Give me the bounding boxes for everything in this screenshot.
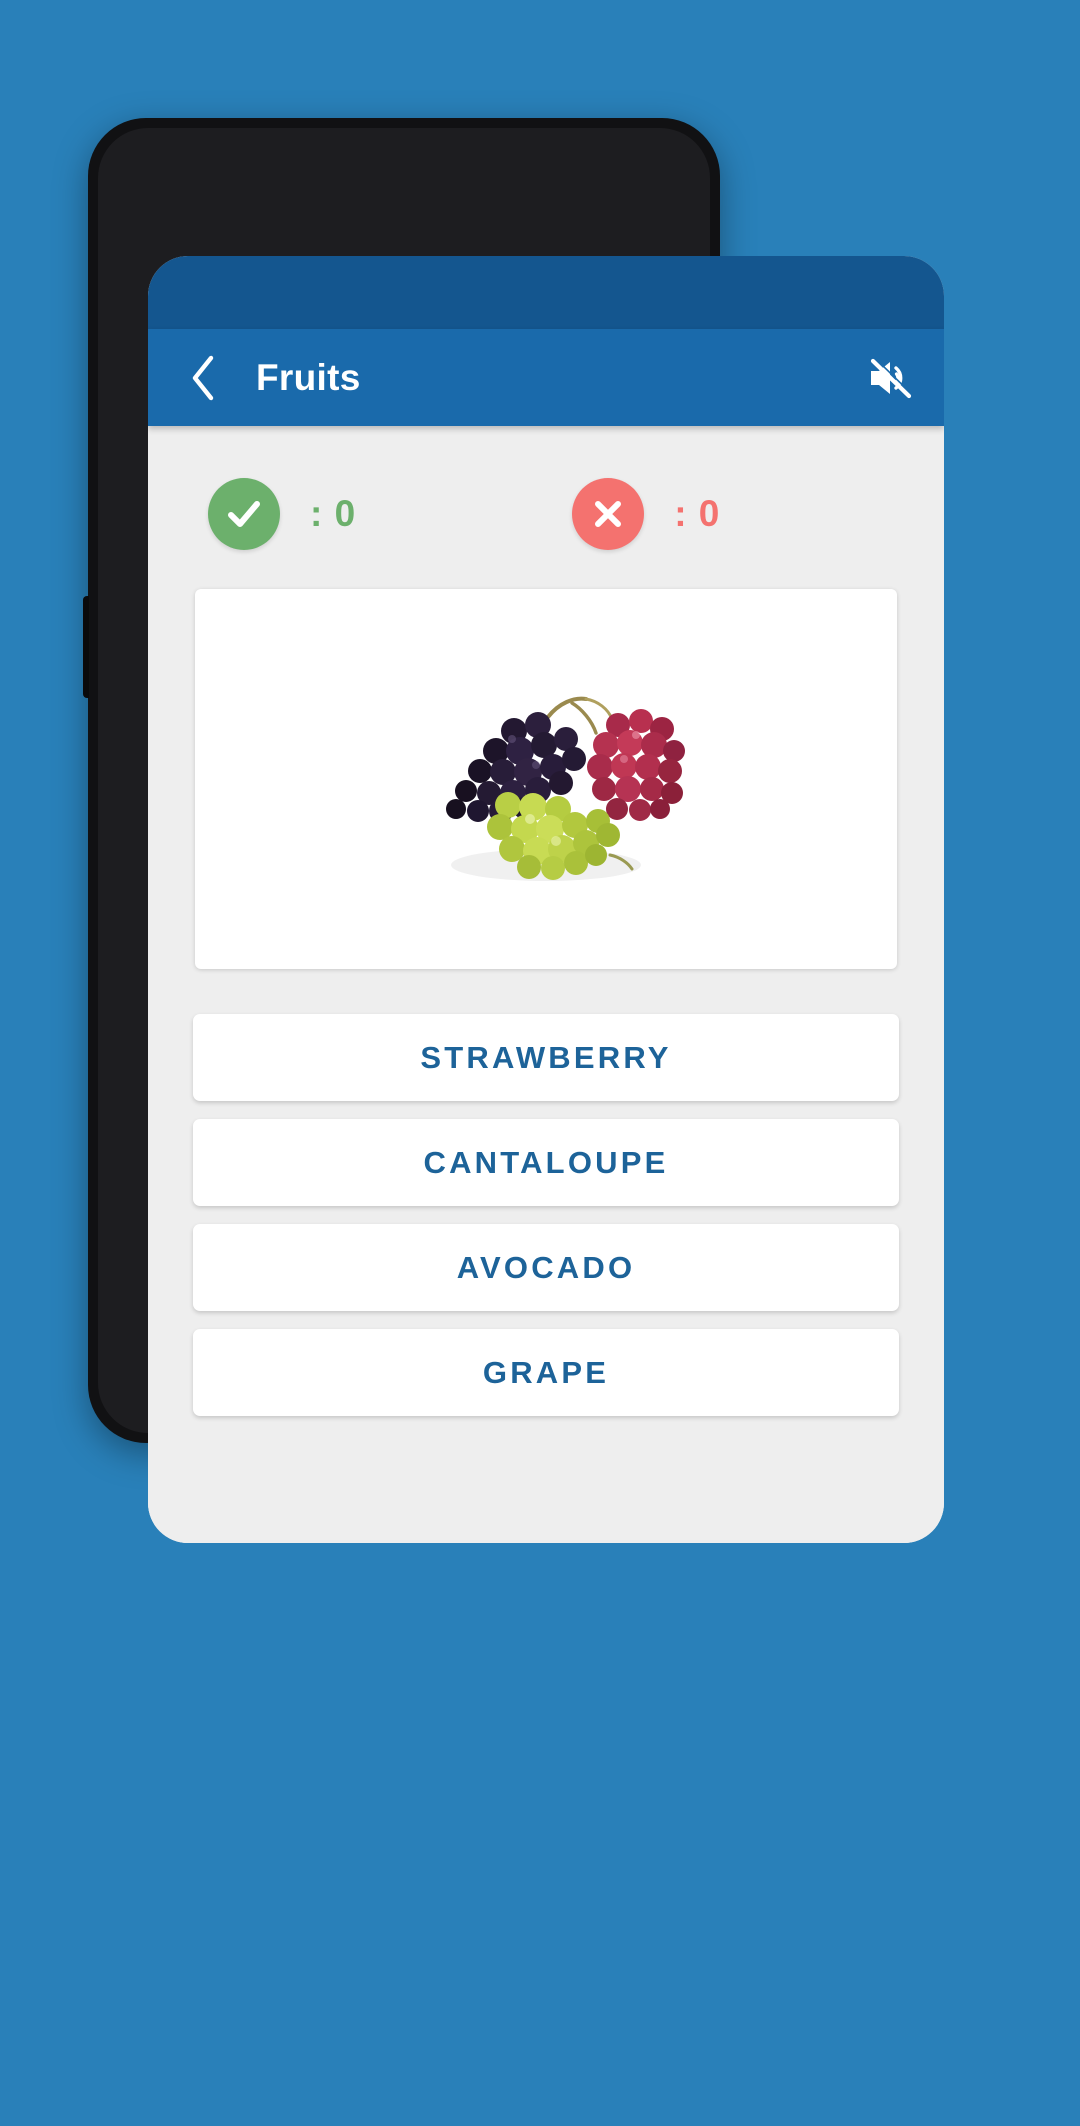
assistant-side-button[interactable] [83, 596, 89, 698]
check-mark-icon [228, 501, 260, 527]
answer-option-label: STRAWBERRY [420, 1039, 672, 1075]
status-bar [148, 256, 944, 329]
grapes-photo [396, 659, 696, 899]
volume-off-icon [870, 357, 913, 398]
score-row: : 0 : 0 [148, 426, 944, 550]
answer-option-1[interactable]: STRAWBERRY [193, 1014, 899, 1101]
wrong-score-group: : 0 [572, 478, 720, 550]
sound-toggle-button[interactable] [862, 350, 918, 406]
phone-screen: Fruits : 0: 0 STRAWBERRY CANTALOUPE AVO… [148, 256, 944, 1543]
x-mark-icon [595, 501, 622, 527]
answer-option-4[interactable]: GRAPE [193, 1329, 899, 1416]
wrong-score-value: : 0 [674, 493, 721, 534]
back-button[interactable] [174, 350, 230, 406]
x-circle-icon [572, 478, 645, 550]
phone-device-frame: Fruits : 0: 0 STRAWBERRY CANTALOUPE AVO… [83, 118, 944, 1543]
answer-option-label: GRAPE [482, 1354, 610, 1390]
question-image-card [195, 589, 897, 969]
correct-score-value: : 0 [310, 493, 357, 534]
answer-options-list: STRAWBERRY CANTALOUPE AVOCADO GRAPE [193, 1014, 899, 1416]
answer-option-2[interactable]: CANTALOUPE [193, 1119, 899, 1206]
answer-option-label: CANTALOUPE [423, 1144, 669, 1180]
answer-option-3[interactable]: AVOCADO [193, 1224, 899, 1311]
answer-option-label: AVOCADO [456, 1249, 636, 1285]
check-circle-icon [208, 478, 280, 550]
chevron-left-icon [192, 355, 214, 400]
correct-score-group: : 0 [208, 478, 356, 550]
quiz-content: : 0 : 0 STRAWBERRY CANTALOUPE AVOCADO GR… [148, 426, 944, 1543]
page-title: Fruits [256, 356, 361, 398]
app-bar: Fruits [148, 329, 944, 426]
